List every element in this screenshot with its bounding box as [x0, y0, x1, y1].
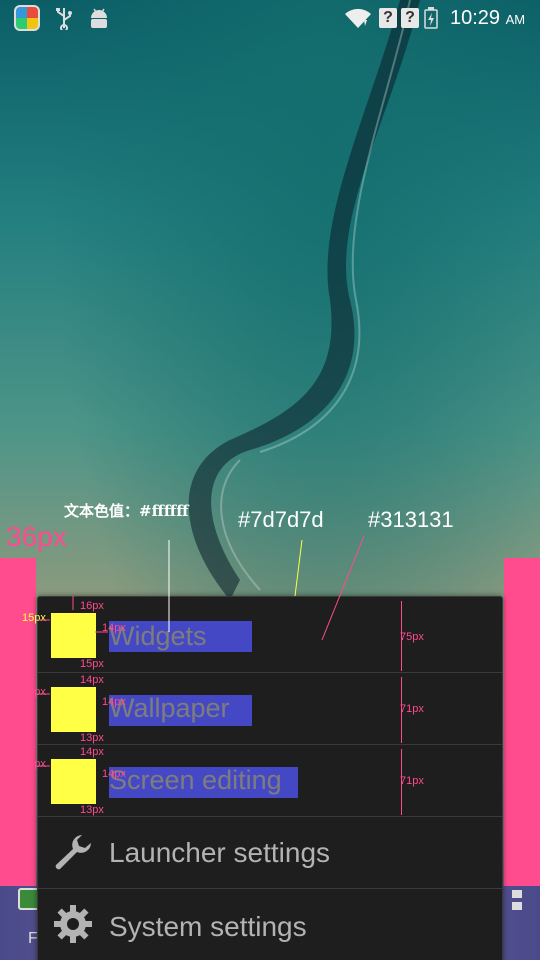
battery-charging-icon [424, 7, 438, 29]
menu-color-annotation: #313131 [368, 507, 454, 532]
menu-item-label: Screen editing [109, 765, 282, 795]
spacing-measure: 13px [80, 732, 104, 744]
wifi-icon [345, 8, 371, 28]
spacing-measure: 14px [102, 696, 126, 708]
menu-item-system-settings[interactable]: System settings [38, 889, 502, 960]
menu-item-label: System settings [109, 911, 307, 942]
spacing-measure: 15px [22, 612, 46, 624]
measure-line [401, 601, 402, 671]
spacing-measure: 15px [22, 686, 46, 698]
android-debug-icon [91, 8, 107, 28]
menu-item-label: Wallpaper [109, 693, 230, 723]
gear-icon [54, 905, 92, 943]
app-store-icon [14, 5, 40, 31]
height-measure: 71px [400, 775, 424, 787]
measure-line [401, 677, 402, 743]
height-measure: 71px [400, 703, 424, 715]
text-color-annotation: 文本色值：#ffffff [64, 502, 189, 520]
status-bar: ? ? 10:29 AM [0, 0, 540, 36]
spacing-measure: 16px [80, 600, 104, 612]
clock: 10:29 AM [450, 7, 526, 29]
menu-item-launcher-settings[interactable]: Launcher settings [38, 817, 502, 889]
spacing-measure: 14px [102, 622, 126, 634]
item-color-annotation: #7d7d7d [238, 507, 324, 532]
menu-item-label: Launcher settings [109, 837, 331, 868]
spacing-measure: 14px [102, 768, 126, 780]
margin-indicator-left [0, 558, 36, 886]
measure-line [401, 749, 402, 815]
sim-unknown-icon: ? [379, 8, 397, 28]
wrench-icon [55, 835, 91, 870]
margin-indicator-right [504, 558, 540, 886]
menu-item-widgets[interactable]: Widgets 75px [38, 597, 502, 673]
menu-item-wallpaper[interactable]: Wallpaper 71px [38, 673, 502, 745]
spacing-measure: 15px [80, 658, 104, 670]
wallpaper-icon-placeholder [51, 687, 96, 732]
spacing-measure: 15px [22, 758, 46, 770]
spacing-measure: 13px [80, 804, 104, 816]
spacing-measure: 14px [80, 674, 104, 686]
height-measure: 75px [400, 631, 424, 643]
usb-icon [56, 8, 72, 30]
spacing-measure: 14px [80, 746, 104, 758]
dock-apps-icon[interactable] [510, 888, 524, 918]
sim-unknown-icon: ? [401, 8, 419, 28]
margin-annotation: 36px [6, 521, 67, 552]
screen-editing-icon-placeholder [51, 759, 96, 804]
menu-item-screen-editing[interactable]: Screen editing 71px [38, 745, 502, 817]
widgets-icon-placeholder [51, 613, 96, 658]
